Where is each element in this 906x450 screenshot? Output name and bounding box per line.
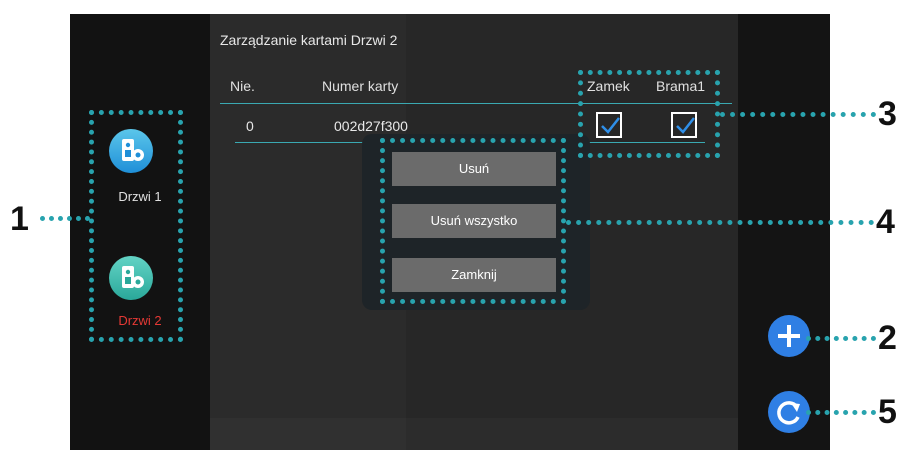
page-title: Zarządzanie kartami Drzwi 2 <box>220 32 398 48</box>
refresh-button[interactable] <box>768 391 810 433</box>
callout-box-device-list <box>89 110 183 342</box>
column-header-no: Nie. <box>230 78 255 94</box>
callout-box-dialog <box>380 138 566 304</box>
callout-leader-5 <box>806 410 876 415</box>
refresh-icon <box>777 401 800 425</box>
callout-number-3: 3 <box>878 95 897 133</box>
callout-number-5: 5 <box>878 393 897 431</box>
callout-box-lock-columns <box>578 70 720 158</box>
callout-number-2: 2 <box>878 319 897 357</box>
row-number: 0 <box>246 118 254 134</box>
column-header-card-number: Numer karty <box>322 78 399 94</box>
callout-leader-3 <box>720 112 876 117</box>
callout-leader-2 <box>806 336 876 341</box>
card-number[interactable]: 002d27f300 <box>334 118 408 134</box>
plus-icon <box>778 325 800 347</box>
callout-number-1: 1 <box>10 200 29 238</box>
callout-leader-1 <box>40 216 90 221</box>
callout-number-4: 4 <box>876 203 895 241</box>
callout-leader-4 <box>566 220 874 225</box>
add-button[interactable] <box>768 315 810 357</box>
